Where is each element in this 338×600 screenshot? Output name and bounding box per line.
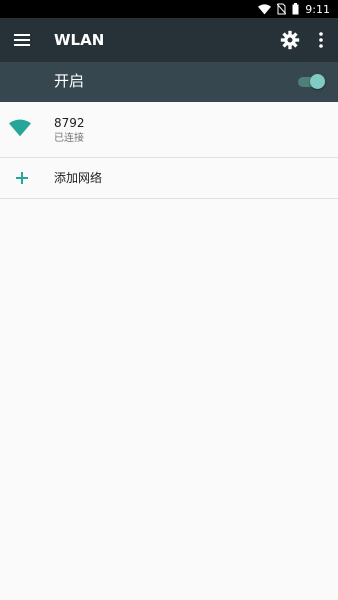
status-time: 9:11 [305, 2, 330, 16]
network-name: 8792 [54, 116, 85, 130]
wifi-toggle[interactable] [298, 72, 326, 92]
plus-icon [16, 172, 28, 184]
list-item-network[interactable]: 8792 已连接 [0, 102, 338, 158]
wifi-switch-bar[interactable]: 开启 [0, 62, 338, 102]
status-bar: 9:11 [0, 0, 338, 18]
toggle-thumb [310, 74, 325, 89]
wifi-signal-icon [9, 119, 31, 137]
battery-icon [292, 3, 299, 15]
more-vert-icon[interactable] [314, 30, 328, 50]
add-network-label: 添加网络 [54, 171, 103, 185]
gear-icon[interactable] [280, 30, 300, 50]
toolbar: WLAN [0, 18, 338, 62]
page-title: WLAN [54, 31, 105, 49]
no-sim-icon [277, 3, 287, 15]
network-status: 已连接 [54, 133, 84, 144]
wifi-switch-label: 开启 [54, 72, 85, 90]
wifi-icon [258, 3, 272, 14]
add-network-item[interactable]: 添加网络 [0, 158, 338, 199]
menu-icon[interactable] [12, 30, 32, 50]
